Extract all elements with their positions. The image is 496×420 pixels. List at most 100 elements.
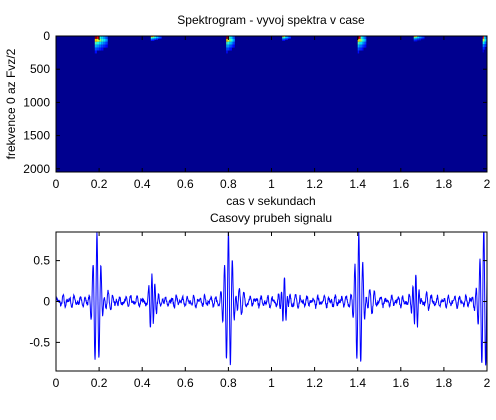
spectrogram-cell [231, 41, 234, 45]
spectrogram-cell [94, 38, 97, 42]
spectrogram-cell [362, 47, 364, 51]
spectrogram-cell [413, 38, 416, 40]
spectrogram-cell [420, 38, 423, 40]
spectrogram-x-tick-label: 0.2 [91, 177, 108, 191]
spectrogram-cell [105, 41, 108, 45]
spectrogram-cell [159, 36, 162, 38]
signal-x-tick-label: 1.4 [349, 376, 366, 390]
spectrogram-cell [288, 36, 290, 38]
spectrogram-cell [282, 37, 284, 39]
spectrogram-cell [158, 37, 160, 39]
spectrogram-y-tick-label: 0 [43, 29, 50, 43]
spectrogram-y-tick-label: 1500 [23, 129, 50, 143]
spectrogram-y-tick-label: 2000 [23, 162, 50, 176]
spectrogram-cell [229, 41, 231, 45]
spectrogram-x-label: cas v sekundach [226, 194, 315, 208]
spectrogram-cell [156, 38, 159, 40]
spectrogram-cell [364, 44, 367, 48]
spectrogram-cell [158, 36, 160, 38]
spectrogram-x-tick-label: 0.6 [177, 177, 194, 191]
spectrogram-cell [152, 39, 155, 41]
spectrogram-cell [96, 41, 100, 45]
spectrogram-cell [415, 39, 418, 41]
spectrogram-cell [99, 41, 102, 45]
spectrogram-cell [152, 38, 155, 40]
spectrogram-cell [485, 44, 487, 47]
spectrogram-cell [229, 44, 231, 48]
spectrogram-cell [150, 39, 153, 41]
spectrogram-cell [286, 37, 289, 39]
spectrogram-cell [363, 44, 365, 48]
spectrogram-cell [364, 41, 367, 45]
spectrogram-cell [99, 44, 102, 48]
spectrogram-cell [94, 47, 97, 51]
spectrogram-cell [154, 38, 157, 40]
spectrogram-cell [159, 37, 162, 39]
signal-x-tick-label: 1.8 [436, 376, 453, 390]
spectrogram-x-tick-label: 1.8 [436, 177, 453, 191]
signal-y-tick-label: 0 [43, 295, 50, 309]
spectrogram-cell [94, 44, 97, 48]
spectrogram-background [56, 36, 487, 172]
spectrogram-cell [283, 38, 286, 40]
spectrogram-x-tick-label: 1.2 [306, 177, 323, 191]
spectrogram-cell [94, 41, 97, 45]
spectrogram-x-tick-label: 0.8 [220, 177, 237, 191]
spectrogram-cell [364, 38, 367, 42]
signal-x-tick-label: 0.2 [91, 376, 108, 390]
spectrogram-cell [230, 38, 232, 42]
spectrogram-cell [286, 38, 289, 40]
spectrogram-cell [413, 40, 416, 42]
spectrogram-cell [226, 41, 228, 45]
spectrogram-cell [150, 36, 153, 38]
spectrogram-cell [282, 36, 284, 38]
spectrogram-cell [360, 44, 363, 48]
spectrogram-cell [105, 44, 108, 48]
spectrogram-cell [419, 39, 421, 41]
spectrogram-y-tick-label: 500 [30, 62, 50, 76]
spectrogram-cell [103, 44, 106, 48]
spectrogram-cell [363, 38, 365, 42]
signal-x-tick-label: 1 [268, 376, 275, 390]
spectrogram-cell [357, 50, 360, 54]
spectrogram-cell [419, 38, 421, 40]
spectrogram-cell [359, 41, 361, 45]
spectrogram-cell [283, 37, 286, 39]
spectrogram-cell [363, 41, 365, 45]
signal-x-tick-label: 0.4 [134, 376, 151, 390]
spectrogram-cell [227, 41, 230, 45]
spectrogram-cell [233, 38, 235, 42]
spectrogram-x-tick-label: 1.4 [349, 177, 366, 191]
signal-x-tick-label: 1.6 [392, 376, 409, 390]
spectrogram-cell [103, 41, 106, 45]
spectrogram-cell [417, 37, 420, 39]
spectrogram-cell [357, 44, 360, 48]
spectrogram-cell [417, 39, 420, 41]
spectrogram-cell [286, 36, 289, 38]
spectrogram-cell [226, 44, 228, 48]
signal-title: Casovy prubeh signalu [210, 211, 332, 225]
spectrogram-cell [283, 39, 286, 41]
spectrogram-cell [289, 37, 291, 39]
spectrogram-cell [359, 38, 361, 42]
spectrogram-cell [419, 37, 421, 39]
signal-y-tick-label: 0.5 [33, 254, 50, 268]
spectrogram-cell [420, 37, 423, 39]
spectrogram-cell [150, 37, 153, 39]
spectrogram-x-tick-label: 0.4 [134, 177, 151, 191]
signal-y-tick-label: -0.5 [29, 335, 50, 349]
spectrogram-title: Spektrogram - vyvoj spektra v case [177, 13, 365, 27]
spectrogram-cell [226, 47, 228, 51]
spectrogram-cell [360, 41, 363, 45]
spectrogram-y-tick-label: 1000 [23, 95, 50, 109]
spectrogram-cell [413, 37, 416, 39]
spectrogram-cell [94, 50, 97, 54]
spectrogram-cell [233, 44, 235, 48]
spectrogram-x-tick-label: 2 [484, 177, 491, 191]
spectrogram-cell [229, 47, 231, 51]
spectrogram-cell [101, 44, 104, 48]
spectrogram-cell [413, 39, 416, 41]
spectrogram-cell [101, 41, 104, 45]
spectrogram-cell [288, 37, 290, 39]
spectrogram-cell [233, 41, 235, 45]
